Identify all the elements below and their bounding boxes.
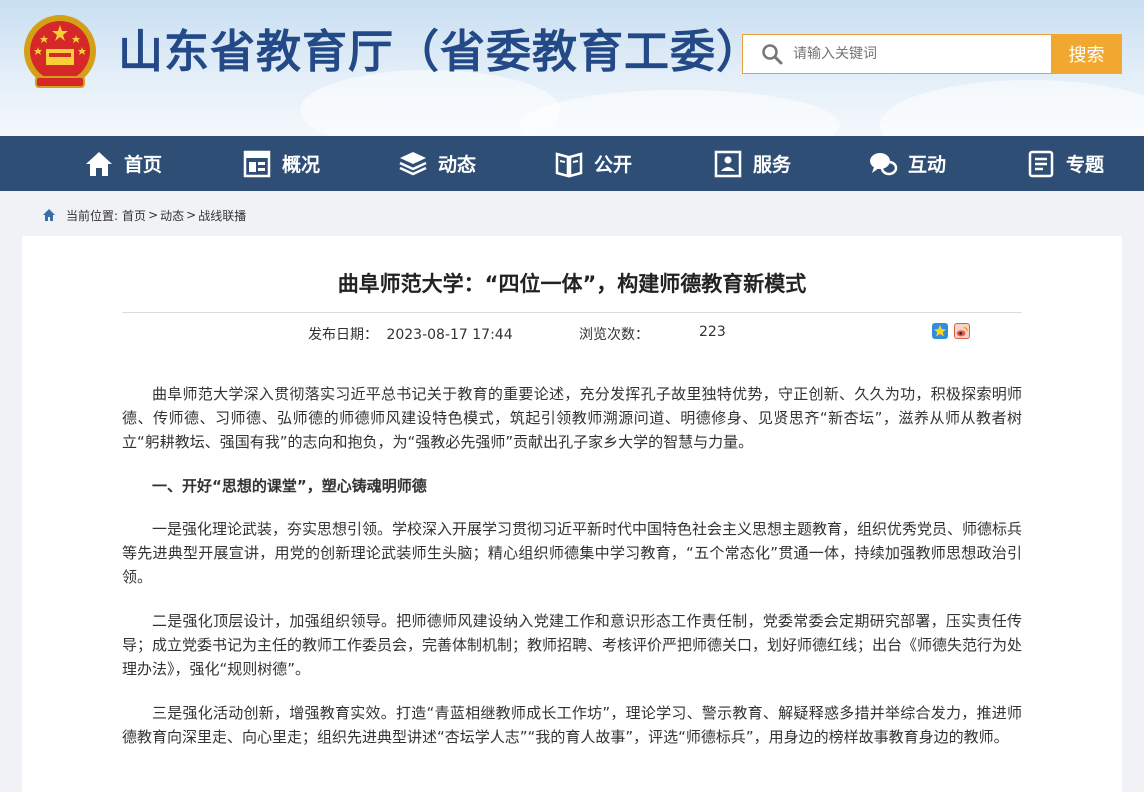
publish-date-label: 发布日期：: [308, 327, 378, 343]
chat-icon: [870, 152, 898, 175]
search-icon: [762, 44, 783, 65]
breadcrumb-separator: >: [148, 208, 159, 222]
nav-item-interaction[interactable]: 互动: [868, 136, 946, 191]
site-header: 山东省教育厅（省委教育工委） 搜索: [0, 0, 1144, 136]
breadcrumb-separator: >: [186, 208, 197, 222]
breadcrumb-link-news[interactable]: 动态: [160, 207, 184, 224]
home-icon: [86, 151, 112, 176]
title-divider: [122, 312, 1022, 313]
topic-doc-icon: [1028, 150, 1054, 177]
breadcrumb-link-frontline[interactable]: 战线联播: [198, 207, 246, 224]
publish-date: 发布日期： 2023-08-17 17:44: [308, 324, 513, 344]
article-paragraph: 一是强化理论武装，夯实思想引领。学校深入开展学习贯彻习近平新时代中国特色社会主义…: [122, 520, 1023, 586]
view-count-value: 223: [699, 324, 726, 340]
nav-item-home[interactable]: 首页: [84, 136, 162, 191]
nav-item-label: 服务: [753, 154, 792, 176]
star-icon: [934, 325, 946, 337]
nav-item-news[interactable]: 动态: [398, 136, 476, 191]
nav-item-label: 首页: [124, 154, 163, 176]
search-input[interactable]: [793, 46, 1033, 62]
search-box: [742, 34, 1052, 74]
header-cloud-decoration: [520, 90, 840, 136]
overview-icon: [243, 150, 271, 177]
nav-item-service[interactable]: 服务: [713, 136, 791, 191]
nav-item-label: 概况: [282, 154, 321, 176]
nav-item-overview[interactable]: 概况: [242, 136, 320, 191]
weibo-icon: [956, 326, 968, 337]
article-section-heading: 一、开好“思想的课堂”，塑心铸魂明师德: [152, 477, 427, 495]
open-book-icon: [555, 151, 583, 178]
nav-item-topics[interactable]: 专题: [1026, 136, 1104, 191]
main-nav: 首页 概况 动态 公开 服务 互动 专题: [0, 136, 1144, 191]
nav-item-label: 互动: [908, 154, 947, 176]
search-button[interactable]: 搜索: [1051, 34, 1122, 74]
article-paragraph: 三是强化活动创新，增强教育实效。打造“青蓝相继教师成长工作坊”，理论学习、警示教…: [122, 704, 1022, 746]
nav-item-label: 公开: [594, 154, 633, 176]
share-qzone-icon[interactable]: [932, 323, 948, 339]
publish-date-value: 2023-08-17 17:44: [386, 327, 513, 343]
news-stack-icon: [399, 151, 427, 175]
nav-item-label: 动态: [438, 154, 477, 176]
article-title: 曲阜师范大学：“四位一体”，构建师德教育新模式: [337, 272, 807, 296]
breadcrumb-link-home[interactable]: 首页: [122, 207, 146, 224]
article-card: 曲阜师范大学：“四位一体”，构建师德教育新模式 发布日期： 2023-08-17…: [22, 236, 1122, 792]
article-paragraph: 曲阜师范大学深入贯彻落实习近平总书记关于教育的重要论述，充分发挥孔子故里独特优势…: [122, 385, 1022, 451]
breadcrumb: 当前位置: 首页 > 动态 > 战线联播: [42, 205, 246, 225]
breadcrumb-home-icon: [43, 209, 55, 221]
article-paragraph: 二是强化顶层设计，加强组织领导。把师德师风建设纳入党建工作和意识形态工作责任制，…: [122, 612, 1023, 678]
nav-item-label: 专题: [1066, 154, 1105, 176]
nav-item-open[interactable]: 公开: [554, 136, 632, 191]
breadcrumb-prefix: 当前位置:: [66, 208, 119, 223]
share-weibo-icon[interactable]: [954, 323, 970, 339]
national-emblem-icon: [24, 15, 96, 88]
header-cloud-decoration: [880, 80, 1144, 136]
view-count: 浏览次数：: [579, 324, 649, 344]
site-title: 山东省教育厅（省委教育工委）: [118, 25, 763, 78]
article-body: 曲阜师范大学深入贯彻落实习近平总书记关于教育的重要论述，充分发挥孔子故里独特优势…: [122, 382, 1022, 769]
service-doc-icon: [714, 150, 742, 177]
view-count-label: 浏览次数：: [579, 327, 649, 343]
